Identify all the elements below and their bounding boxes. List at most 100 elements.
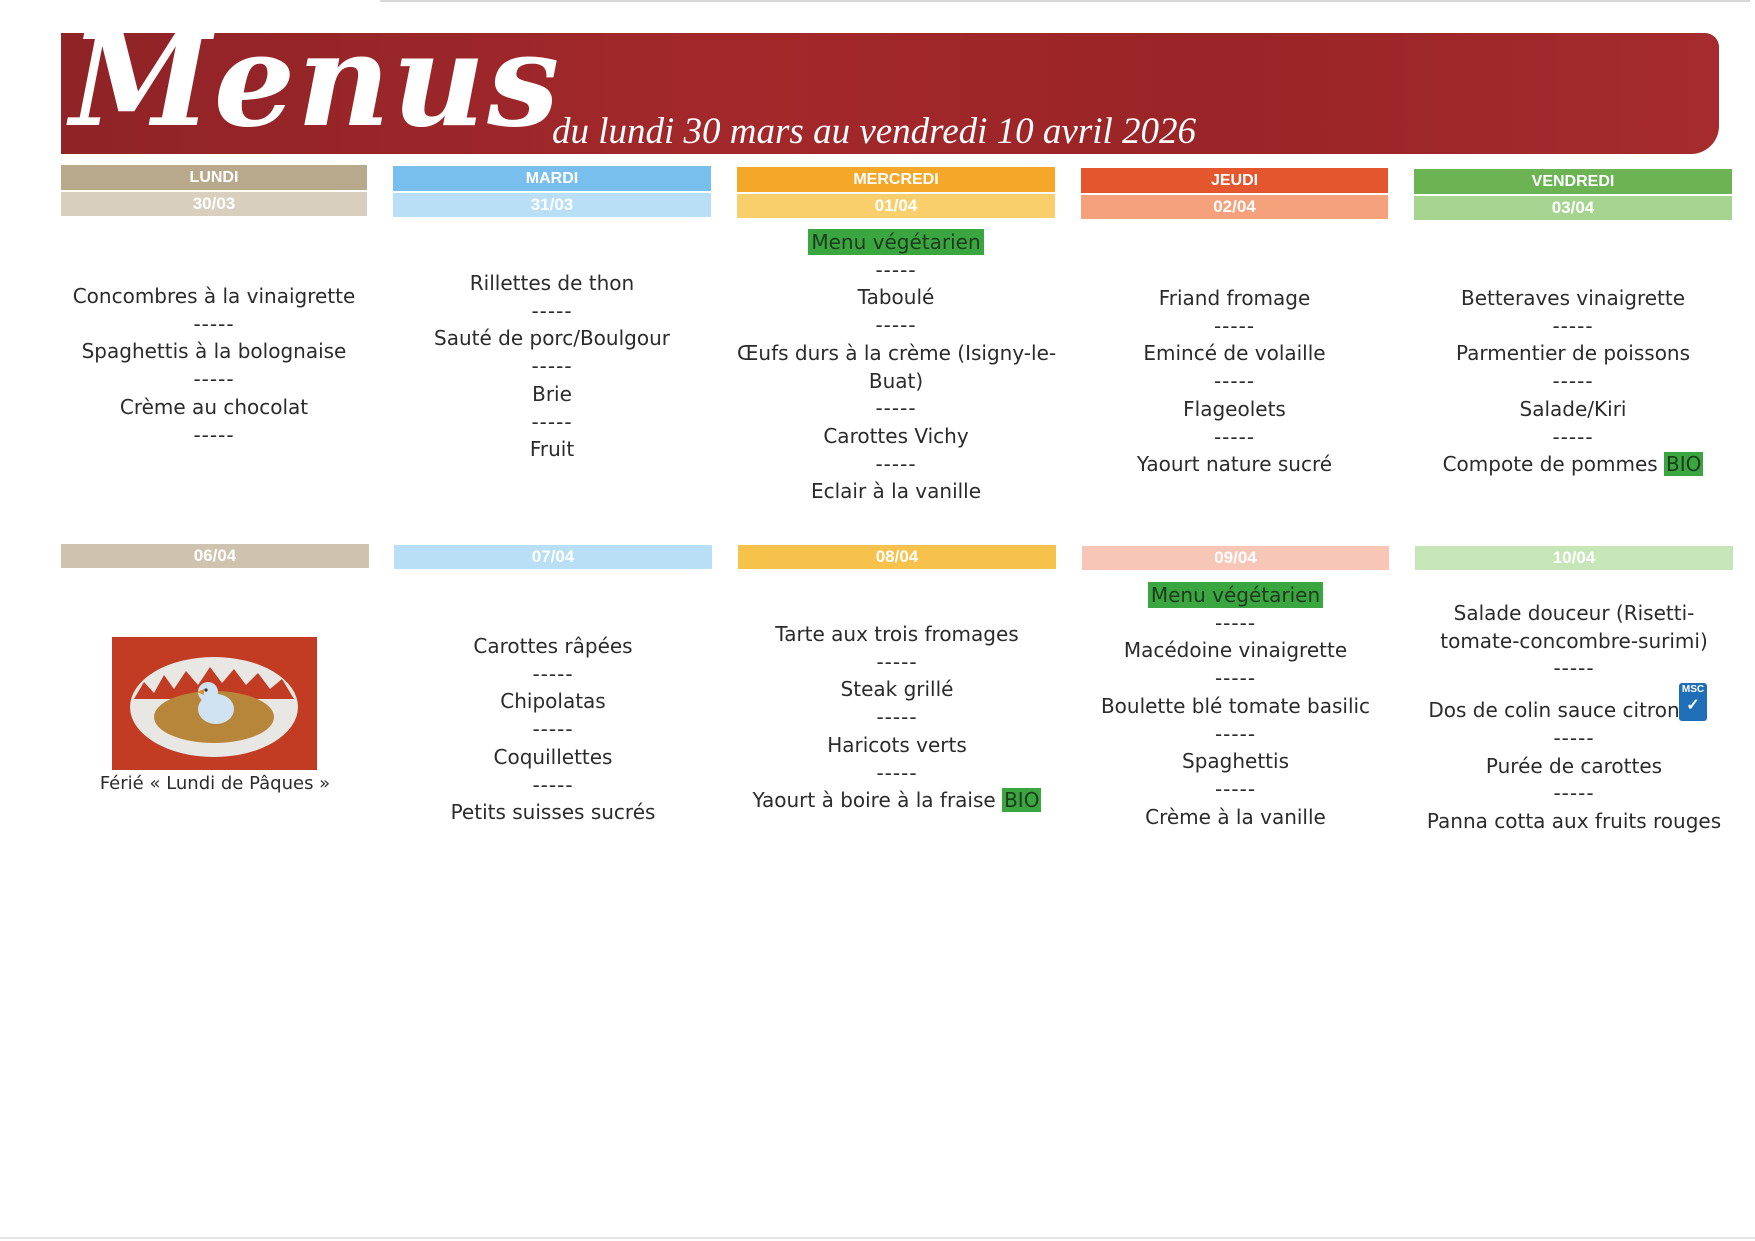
menu-item: Buat) [868, 368, 924, 393]
menu-separator: ----- [532, 772, 574, 797]
header-lundi: LUNDI 30/03 [61, 165, 367, 216]
menu-item: Parmentier de poissons [1455, 341, 1691, 366]
scan-bottom-edge [0, 1237, 1755, 1239]
menu-item: Coquillettes [493, 744, 613, 769]
date-range-subtitle: du lundi 30 mars au vendredi 10 avril 20… [552, 111, 1197, 152]
menu-item: Carottes râpées [473, 634, 633, 658]
header-jeudi: JEUDI 02/04 [1081, 168, 1388, 219]
day-date: 31/03 [393, 193, 711, 217]
header-mercredi: MERCREDI 01/04 [737, 167, 1055, 218]
menu-item: Yaourt à boire à la fraise [752, 788, 1003, 813]
menu-item: Boulette blé tomate basilic [1100, 693, 1371, 718]
menu-item: Crème au chocolat [119, 394, 309, 419]
menu-item: Tarte aux trois fromages [775, 622, 1019, 646]
menu-separator: ----- [876, 705, 918, 730]
day-date: 02/04 [1081, 195, 1388, 219]
vegetarian-tag: Menu végétarien [808, 229, 984, 255]
menu-separator: ----- [532, 717, 574, 742]
menu-mercredi-01-04: Menu végétarien ----- Taboulé ----- Œufs… [737, 229, 1057, 506]
menu-separator: ----- [193, 422, 235, 447]
bio-badge: BIO [1664, 452, 1704, 477]
menu-item: Carottes Vichy [823, 423, 969, 448]
menu-separator: ----- [875, 451, 917, 476]
header-mardi: MARDI 31/03 [393, 166, 711, 217]
page-title: Menus [70, 6, 562, 156]
menu-separator: ----- [531, 409, 573, 434]
menu-separator: ----- [1214, 721, 1257, 746]
holiday-label: Férié « Lundi de Pâques » [99, 773, 331, 794]
menu-item: Spaghettis à la bolognaise [81, 339, 347, 364]
menu-vendredi-03-04: Betteraves vinaigrette ----- Parmentier … [1414, 285, 1732, 479]
vegetarian-tag: Menu végétarien [1147, 582, 1324, 608]
menu-item: Rillettes de thon [469, 271, 635, 295]
menu-item: Brie [532, 381, 572, 406]
menu-item: Yaourt nature sucré [1136, 452, 1333, 477]
menu-item: Compote de pommes [1442, 452, 1665, 477]
menu-item: Œufs durs à la crème (Isigny-le- [737, 340, 1057, 365]
menu-separator: ----- [876, 649, 918, 674]
header-08-04: 08/04 [738, 545, 1056, 569]
day-name: MERCREDI [737, 167, 1055, 192]
menu-item-with-badge: Compote de pommes BIO [1414, 451, 1732, 479]
menu-separator: ----- [531, 354, 573, 379]
header-09-04: 09/04 [1082, 546, 1389, 570]
menu-item: Chipolatas [500, 689, 606, 714]
header-07-04: 07/04 [394, 545, 712, 569]
menu-separator: ----- [1214, 666, 1257, 691]
day-name: JEUDI [1081, 168, 1388, 193]
menu-separator: ----- [1213, 313, 1256, 338]
menu-item: Petits suisses sucrés [450, 800, 656, 825]
menu-item: Sauté de porc/Boulgour [434, 326, 670, 351]
menu-separator: ----- [1553, 725, 1595, 750]
header-06-04: 06/04 [61, 544, 369, 568]
menu-item: Eclair à la vanille [810, 479, 982, 504]
menu-item: Betteraves vinaigrette [1460, 286, 1686, 310]
menu-separator: ----- [193, 367, 235, 392]
header-vendredi: VENDREDI 03/04 [1414, 169, 1732, 220]
menu-separator: ----- [1213, 424, 1256, 449]
menu-item: Crème à la vanille [1145, 804, 1326, 829]
menu-item: Panna cotta aux fruits rouges [1426, 808, 1722, 833]
day-name: VENDREDI [1414, 169, 1732, 194]
menu-separator: ----- [1214, 610, 1257, 635]
menu-item: Purée de carottes [1485, 753, 1663, 778]
easter-egg-chick-icon [112, 637, 317, 770]
menu-separator: ----- [875, 396, 917, 421]
menu-item: Taboulé [857, 285, 935, 310]
fish-check-icon: ✓ [1686, 697, 1700, 714]
menu-separator: ----- [1553, 781, 1595, 806]
menu-separator: ----- [1213, 369, 1256, 394]
easter-egg-image [112, 637, 317, 770]
menu-separator: ----- [876, 760, 918, 785]
menu-item: Friand fromage [1158, 286, 1311, 310]
menu-separator: ----- [875, 257, 917, 282]
menu-separator: ----- [532, 661, 574, 686]
menu-item: Flageolets [1183, 396, 1286, 421]
menu-separator: ----- [1553, 656, 1595, 681]
menu-item: Concombres à la vinaigrette [72, 284, 356, 308]
day-date: 01/04 [737, 194, 1055, 218]
scan-top-edge [380, 0, 1750, 2]
day-date: 30/03 [61, 192, 367, 216]
menu-separator: ----- [193, 311, 235, 336]
menu-item: Salade douceur (Risetti- [1453, 601, 1695, 625]
menu-separator: ----- [1214, 776, 1257, 801]
day-name: MARDI [393, 166, 711, 191]
menu-item: tomate-concombre-surimi) [1440, 628, 1708, 653]
menu-separator: ----- [1552, 369, 1594, 394]
menu-08-04: Tarte aux trois fromages ----- Steak gri… [738, 621, 1056, 815]
msc-text: MSC [1681, 684, 1705, 695]
menu-item: Steak grillé [840, 677, 954, 702]
menu-item: Salade/Kiri [1519, 396, 1627, 421]
menu-07-04: Carottes râpées ----- Chipolatas ----- C… [394, 633, 712, 827]
menu-mardi-31-03: Rillettes de thon ----- Sauté de porc/Bo… [393, 270, 711, 464]
menu-item: Spaghettis [1182, 749, 1289, 774]
menu-separator: ----- [875, 313, 917, 338]
menu-jeudi-02-04: Friand fromage ----- Emincé de volaille … [1081, 285, 1388, 479]
day-date: 03/04 [1414, 196, 1732, 220]
menu-separator: ----- [531, 298, 573, 323]
msc-label-icon: MSC ✓ [1679, 683, 1707, 721]
menu-item: Macédoine vinaigrette [1123, 638, 1348, 663]
menu-item: Emincé de volaille [1143, 341, 1326, 366]
menu-item: Fruit [529, 437, 575, 462]
